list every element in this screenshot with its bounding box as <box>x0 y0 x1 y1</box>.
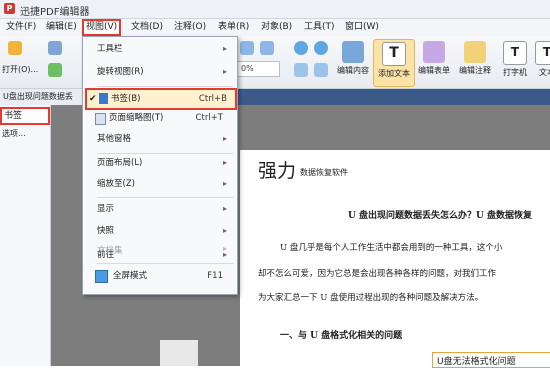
menu-item-label: 缩放至(Z) <box>97 179 135 189</box>
submenu-arrow-icon: ▸ <box>222 226 227 235</box>
menu-item-shortcut: F11 <box>207 271 223 281</box>
document-heading: U 盘出现问题数据丢失怎么办？U 盘数据恢复 <box>348 211 532 221</box>
edit-form-label: 编辑表单 <box>418 66 450 75</box>
edit-annotation-icon <box>464 41 486 63</box>
hand-tool-icon[interactable] <box>260 41 274 55</box>
bookmark-icon <box>99 93 108 104</box>
menu-item-page-thumbnails[interactable]: 页面缩略图(T) Ctrl+T <box>83 108 237 128</box>
add-text-icon: T <box>382 42 406 66</box>
document-paragraph-2: 却不怎么可爱，因为它总是会出现各种各样的问题，对我们工作 <box>258 269 497 279</box>
edit-content-button[interactable]: 编辑内容 <box>333 39 373 85</box>
edit-form-button[interactable]: 编辑表单 <box>414 39 454 85</box>
menu-item-snapshot[interactable]: 快照 ▸ <box>83 221 237 241</box>
thumbnail-strip <box>160 340 198 366</box>
typewriter-icon: T <box>503 41 527 65</box>
menu-item-rotate-view[interactable]: 旋转视图(R) ▸ <box>83 62 237 82</box>
brand-logo-text: 强力 <box>258 160 297 182</box>
menu-item-label: 快照 <box>97 226 115 236</box>
menu-item-document-set: 文档集 ▸ <box>83 242 237 260</box>
document-paragraph-1: U 盘几乎是每个人工作生活中都会用到的一种工具，这个小 <box>280 243 503 253</box>
menu-divider <box>97 263 233 264</box>
thumbnail-icon <box>95 113 106 125</box>
document-tab[interactable]: U盘出现问题数据丢 <box>0 89 84 105</box>
checkmark-icon: ✔ <box>89 94 97 104</box>
zoom-input[interactable]: 0% <box>237 61 280 77</box>
document-paragraph-3: 为大家汇总一下 U 盘使用过程出现的各种问题及解决方法。 <box>258 293 484 303</box>
typewriter-button[interactable]: T 打字机 <box>495 39 535 85</box>
zoom-out-icon[interactable] <box>314 41 328 55</box>
menu-tools[interactable]: 工具(T) <box>302 21 337 34</box>
menu-item-label: 文档集 <box>97 246 123 256</box>
menu-item-label: 书签(B) <box>111 94 141 104</box>
add-text-label: 添加文本 <box>378 69 410 78</box>
menu-item-label: 页面缩略图(T) <box>109 113 164 123</box>
app-logo-icon: P <box>4 3 15 14</box>
menu-view[interactable]: 视图(V) <box>82 19 122 36</box>
submenu-arrow-icon: ▸ <box>222 179 227 188</box>
submenu-arrow-icon: ▸ <box>222 134 227 143</box>
folder-icon[interactable] <box>8 41 22 55</box>
menu-item-zoom-to[interactable]: 缩放至(Z) ▸ <box>83 174 237 194</box>
menu-edit[interactable]: 编辑(E) <box>44 21 79 34</box>
menu-form[interactable]: 表单(R) <box>216 21 251 34</box>
menu-object[interactable]: 对象(B) <box>259 21 294 34</box>
typewriter-label: 打字机 <box>503 68 527 77</box>
text-button[interactable]: T 文本 <box>532 39 550 85</box>
fit-width-icon[interactable] <box>314 63 328 77</box>
text-label: 文本 <box>539 68 550 77</box>
menu-item-bookmarks[interactable]: ✔ 书签(B) Ctrl+B <box>85 88 237 110</box>
full-screen-icon <box>95 270 108 283</box>
menu-file[interactable]: 文件(F) <box>4 21 38 34</box>
submenu-arrow-icon: ▸ <box>222 244 227 253</box>
menu-bar: 文件(F) 编辑(E) 视图(V) 文档(D) 注释(O) 表单(R) 对象(B… <box>0 19 550 37</box>
section-heading: 一、与 U 盘格式化相关的问题 <box>280 331 403 341</box>
edit-content-label: 编辑内容 <box>337 66 369 75</box>
menu-item-shortcut: Ctrl+B <box>198 94 227 104</box>
window-title: 迅捷PDF编辑器 <box>20 7 90 18</box>
submenu-arrow-icon: ▸ <box>222 204 227 213</box>
save-icon[interactable] <box>48 41 62 55</box>
submenu-arrow-icon: ▸ <box>222 67 227 76</box>
submenu-arrow-icon: ▸ <box>222 44 227 53</box>
menu-item-full-screen[interactable]: 全屏模式 F11 <box>83 266 237 286</box>
edit-content-icon <box>342 41 364 63</box>
menu-item-display[interactable]: 显示 ▸ <box>83 199 237 219</box>
menu-divider <box>97 86 233 87</box>
menu-comment[interactable]: 注释(O) <box>172 21 208 34</box>
menu-item-label: 工具栏 <box>97 44 123 54</box>
menu-window[interactable]: 窗口(W) <box>343 21 381 34</box>
select-tool-icon[interactable] <box>240 41 254 55</box>
menu-item-shortcut: Ctrl+T <box>195 113 223 123</box>
open-button[interactable]: 打开(O)... <box>2 64 38 75</box>
print-icon[interactable] <box>48 63 62 77</box>
menu-divider <box>97 197 233 198</box>
submenu-arrow-icon: ▸ <box>222 158 227 167</box>
menu-item-label: 全屏模式 <box>113 271 148 281</box>
menu-item-label: 显示 <box>97 204 115 214</box>
text-icon: T <box>535 41 550 65</box>
brand-subtitle: 数据恢复软件 <box>300 168 348 177</box>
edit-annotation-label: 编辑注释 <box>459 66 491 75</box>
fit-page-icon[interactable] <box>294 63 308 77</box>
menu-item-other-panes[interactable]: 其他窗格 ▸ <box>83 129 237 149</box>
bookmark-options-button[interactable]: 选项... <box>2 128 26 139</box>
annotation-text: U盘无法格式化问题 <box>437 357 516 367</box>
title-bar: P 迅捷PDF编辑器 <box>0 0 550 19</box>
add-text-button[interactable]: T 添加文本 <box>373 39 415 87</box>
menu-item-page-layout[interactable]: 页面布局(L) ▸ <box>83 153 237 173</box>
zoom-in-icon[interactable] <box>294 41 308 55</box>
menu-item-label: 旋转视图(R) <box>97 67 144 77</box>
bookmark-panel: 书签 选项... <box>0 105 51 366</box>
menu-item-toolbars[interactable]: 工具栏 ▸ <box>83 39 237 59</box>
bookmark-panel-title: 书签 <box>0 107 50 125</box>
menu-document[interactable]: 文档(D) <box>129 21 165 34</box>
menu-item-label: 其他窗格 <box>97 134 132 144</box>
edit-form-icon <box>423 41 445 63</box>
edit-annotation-button[interactable]: 编辑注释 <box>455 39 495 85</box>
menu-item-label: 页面布局(L) <box>97 158 143 168</box>
